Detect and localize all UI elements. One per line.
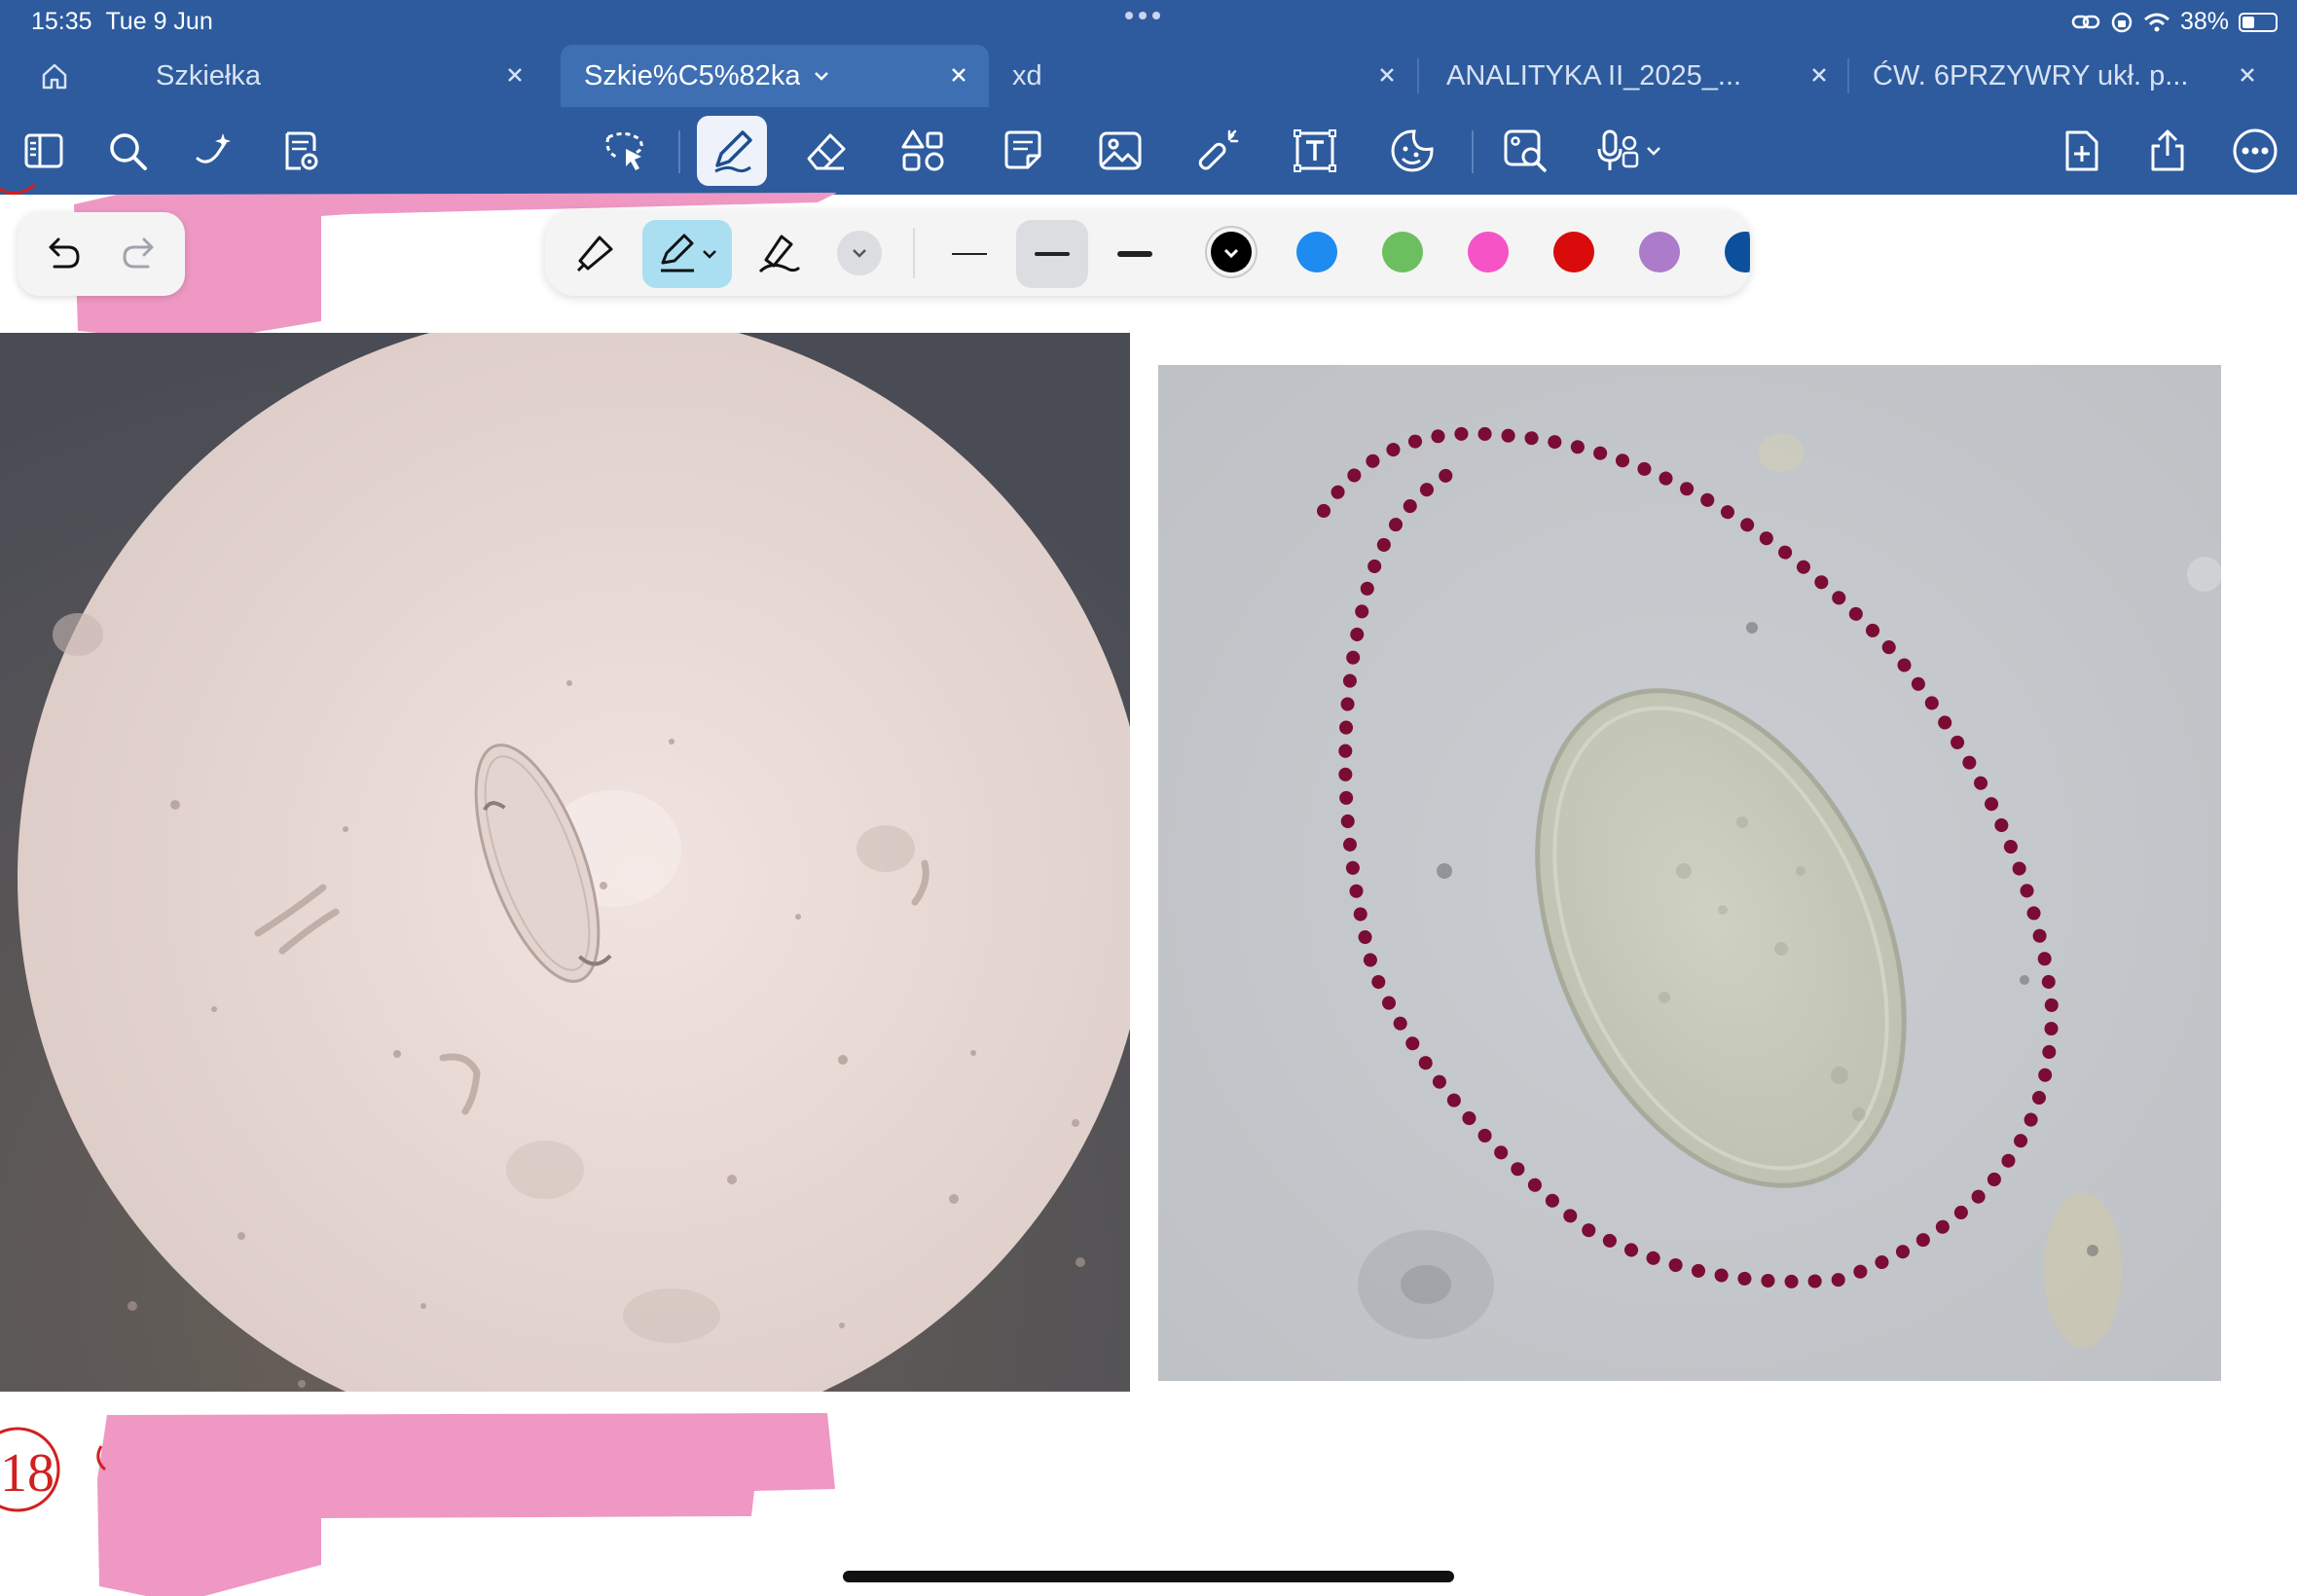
share-icon: [2151, 129, 2184, 171]
redo-button[interactable]: [111, 226, 169, 284]
pen-icon: [714, 130, 752, 173]
tab-xd[interactable]: xd: [989, 45, 1417, 107]
sticker-icon: [1391, 129, 1434, 172]
shapes-button[interactable]: [893, 121, 954, 181]
chevron-down-icon: [703, 250, 716, 259]
rotation-lock-icon: [2111, 12, 2133, 32]
undo-button[interactable]: [33, 226, 91, 284]
ballpoint-pen-icon: [661, 234, 694, 272]
document-view-button[interactable]: [271, 121, 331, 181]
ai-assist-icon: [196, 133, 231, 163]
eraser-button[interactable]: [796, 121, 857, 181]
home-tab[interactable]: [39, 45, 91, 107]
color-swatch[interactable]: [1639, 232, 1680, 272]
chevron-down-icon: [1647, 147, 1660, 156]
fountain-pen-icon: [576, 236, 613, 272]
pink-highlight-bottom: 18: [0, 1413, 835, 1596]
close-tab-icon[interactable]: [944, 60, 973, 90]
sticky-note-icon: [1004, 130, 1041, 169]
color-swatch[interactable]: [1296, 232, 1337, 272]
sidebar-button[interactable]: [14, 121, 74, 181]
ballpoint-pen-button[interactable]: [642, 220, 732, 288]
pen-options-button[interactable]: [837, 231, 882, 275]
color-swatch[interactable]: [1382, 232, 1423, 272]
color-swatch[interactable]: [1725, 232, 1750, 272]
close-tab-icon[interactable]: [1372, 60, 1402, 90]
color-swatch[interactable]: [1211, 232, 1252, 272]
tab-bar: Szkiełka Szkie%C5%82ka xd ANALITYKA II_2…: [0, 45, 2297, 107]
home-icon: [42, 63, 67, 90]
microscope-photo-left[interactable]: [0, 333, 1130, 1392]
image-search-button[interactable]: [1495, 121, 1555, 181]
tab-analityka[interactable]: ANALITYKA II_2025_...: [1421, 45, 1849, 107]
laser-pointer-button[interactable]: [1187, 121, 1248, 181]
chevron-down-icon[interactable]: [810, 64, 833, 88]
document-view-icon: [285, 131, 318, 170]
selected-check-icon: [1223, 248, 1239, 259]
brush-pen-button[interactable]: [749, 224, 808, 282]
microphone-icon: [1597, 129, 1639, 170]
tab-szkielka-encoded[interactable]: Szkie%C5%82ka: [561, 45, 989, 107]
color-swatch[interactable]: [1553, 232, 1594, 272]
undo-redo-panel: [18, 212, 185, 296]
more-button[interactable]: [2225, 121, 2285, 181]
tab-label: Szkie%C5%82ka: [584, 59, 801, 91]
page-number-label: 18: [0, 1443, 55, 1504]
close-tab-icon[interactable]: [2233, 60, 2262, 90]
status-time: 15:35 Tue 9 Jun: [31, 8, 213, 35]
close-tab-icon[interactable]: [500, 60, 529, 90]
microscope-photo-right[interactable]: [1158, 365, 2221, 1381]
redo-icon: [123, 237, 154, 269]
stroke-width-thin[interactable]: [934, 220, 1004, 288]
chevron-down-icon: [853, 249, 866, 258]
search-button[interactable]: [97, 121, 158, 181]
tab-label: Szkiełka: [156, 59, 261, 91]
battery-percent: 38%: [2179, 8, 2229, 35]
stroke-width-thick[interactable]: [1100, 220, 1170, 288]
ai-assist-button[interactable]: [183, 121, 243, 181]
sticky-note-button[interactable]: [993, 121, 1053, 181]
image-search-icon: [1504, 129, 1547, 172]
lasso-button[interactable]: [596, 121, 656, 181]
eraser-icon: [807, 133, 846, 170]
color-swatch[interactable]: [1468, 232, 1509, 272]
text-box-icon: [1294, 129, 1336, 172]
search-icon: [110, 133, 147, 170]
sticker-button[interactable]: [1382, 121, 1442, 181]
close-tab-icon[interactable]: [1805, 60, 1834, 90]
lasso-icon: [605, 132, 643, 170]
tab-label: ĆW. 6PRZYWRY ukł. p...: [1873, 59, 2189, 91]
wifi-icon: [2143, 13, 2169, 31]
battery-icon: [2239, 12, 2278, 32]
link-icon: [2071, 15, 2100, 28]
brush-pen-icon: [758, 235, 801, 273]
stroke-width-medium[interactable]: [1016, 220, 1088, 288]
home-indicator[interactable]: [843, 1571, 1454, 1582]
status-bar: 15:35 Tue 9 Jun 38%: [0, 0, 2297, 45]
tab-cw6-przywry[interactable]: ĆW. 6PRZYWRY ukł. p...: [1849, 45, 2278, 107]
more-icon: [2233, 128, 2278, 173]
microphone-button[interactable]: [1596, 121, 1686, 181]
status-indicators: 38%: [2071, 8, 2278, 36]
sidebar-icon: [24, 133, 63, 168]
add-page-button[interactable]: [2052, 121, 2112, 181]
red-ink-mark: [0, 183, 36, 195]
image-icon: [1099, 131, 1142, 170]
pen-settings-panel: [545, 210, 1750, 296]
multitasking-dots[interactable]: [1125, 12, 1160, 19]
fountain-pen-button[interactable]: [566, 224, 625, 282]
tab-label: ANALITYKA II_2025_...: [1446, 59, 1742, 91]
tab-label: xd: [1012, 59, 1042, 91]
image-button[interactable]: [1090, 121, 1150, 181]
text-box-button[interactable]: [1285, 121, 1345, 181]
share-button[interactable]: [2137, 121, 2198, 181]
shapes-icon: [901, 129, 944, 171]
tab-szkielka[interactable]: Szkiełka: [136, 45, 545, 107]
add-page-icon: [2065, 130, 2098, 171]
laser-pointer-icon: [1198, 129, 1239, 170]
undo-icon: [49, 237, 80, 269]
